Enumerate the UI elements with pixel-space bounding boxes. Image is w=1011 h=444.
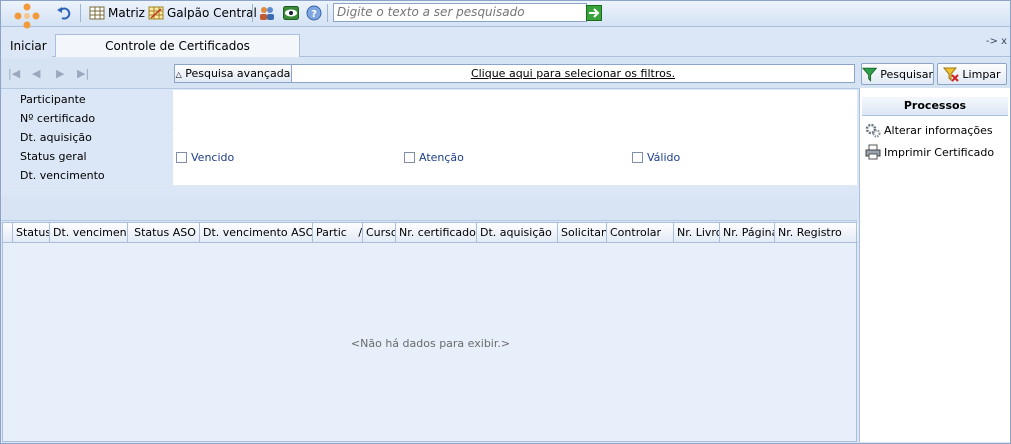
valido-label: Válido (647, 151, 681, 164)
form-row-vencimento: Dt. vencimento (0, 166, 857, 186)
vencimento-field[interactable] (174, 166, 857, 185)
process-imprimir-certificado[interactable]: Imprimir Certificado (865, 144, 994, 160)
matriz-button[interactable]: Matriz (89, 3, 145, 23)
select-filters-text: Clique aqui para selecionar os filtros. (470, 67, 676, 80)
grid-indicator-column (3, 223, 13, 242)
toolbar-divider (80, 4, 81, 22)
galpao-label: Galpão Central (167, 6, 257, 20)
matriz-label: Matriz (108, 6, 145, 20)
advanced-search-button[interactable]: △ Pesquisa avançada (174, 64, 292, 83)
pin-close-label: -> x (985, 36, 1007, 47)
view-button[interactable] (283, 3, 302, 23)
status-atencao-checkbox[interactable]: Atenção (404, 151, 464, 164)
undo-button[interactable] (56, 3, 75, 23)
start-label: Iniciar (10, 39, 47, 53)
status-vencido-checkbox[interactable]: Vencido (176, 151, 234, 164)
clear-filter-icon (943, 67, 960, 82)
users-button[interactable] (259, 3, 278, 23)
arrow-right-icon (586, 5, 602, 21)
status-valido-checkbox[interactable]: Válido (632, 151, 680, 164)
main-toolbar: Matriz Galpão Central ? (0, 0, 1011, 27)
next-record-icon[interactable]: ▶ (56, 67, 64, 80)
search-button[interactable]: Pesquisar (861, 63, 934, 85)
certificates-grid: Status Dt. vencimento Status ASO Dt. ven… (2, 222, 858, 442)
help-button[interactable]: ? (306, 3, 325, 23)
grid-icon (89, 6, 105, 20)
select-filters-box[interactable]: Clique aqui para selecionar os filtros. (291, 64, 855, 83)
process-alterar-informacoes[interactable]: Alterar informações (865, 122, 993, 138)
participante-field[interactable] (174, 90, 857, 109)
process-label: Alterar informações (884, 123, 993, 137)
checkbox-box (632, 152, 643, 163)
vencido-label: Vencido (191, 151, 235, 164)
galpao-button[interactable]: Galpão Central (148, 3, 257, 23)
aquisicao-field[interactable] (174, 128, 857, 147)
undo-icon (57, 7, 71, 20)
form-row-status: Status geral Vencido Atenção Válido (0, 147, 857, 167)
svg-text:?: ? (311, 9, 317, 20)
column-header[interactable]: Status (13, 223, 50, 242)
processes-title: Processos (862, 97, 1008, 116)
partic-label: Partic (316, 226, 347, 239)
eye-icon (283, 6, 299, 20)
vencimento-label: Dt. vencimento (0, 166, 173, 185)
form-row-participante: Participante (0, 90, 857, 110)
previous-record-icon[interactable]: ◀ (32, 67, 40, 80)
processes-panel: Processos Alterar informações Imprimir C… (859, 88, 1010, 442)
atencao-label: Atenção (419, 151, 464, 164)
first-record-icon[interactable]: |◀ (8, 67, 20, 80)
clear-button-label: Limpar (962, 67, 1001, 81)
chevron-up-icon: △ (175, 70, 182, 79)
printer-icon (865, 144, 881, 160)
column-header[interactable]: Controlar (607, 223, 674, 242)
tab-label: Controle de Certificados (105, 39, 250, 53)
tab-controle-certificados[interactable]: Controle de Certificados (55, 34, 300, 57)
participante-label: Participante (0, 90, 173, 109)
form-row-certificado: Nº certificado (0, 109, 857, 129)
clear-button[interactable]: Limpar (937, 63, 1007, 85)
column-header[interactable]: Nr. Registro (775, 223, 857, 242)
column-header[interactable]: Nr. Livro (674, 223, 720, 242)
status-field: Vencido Atenção Válido (174, 147, 857, 166)
users-icon (260, 7, 274, 20)
search-go-button[interactable] (586, 3, 605, 23)
advanced-search-label: Pesquisa avançada (185, 67, 291, 80)
column-header[interactable]: Curso (363, 223, 396, 242)
checkbox-box (176, 152, 187, 163)
last-record-icon[interactable]: ▶| (77, 67, 89, 80)
filter-icon (862, 67, 878, 82)
filter-form: Participante Nº certificado Dt. aquisiçã… (0, 90, 857, 186)
app-logo-icon (14, 3, 40, 29)
start-area[interactable]: Iniciar (0, 3, 52, 56)
grid-header: Status Dt. vencimento Status ASO Dt. ven… (3, 223, 858, 243)
search-button-label: Pesquisar (880, 67, 933, 81)
tab-strip: Controle de Certificados -> x (52, 34, 1011, 57)
help-icon: ? (306, 5, 322, 21)
grid-empty-message: <Não há dados para exibir.> (350, 337, 511, 350)
column-header[interactable]: Dt. vencimento ASO (200, 223, 313, 242)
column-header[interactable]: Dt. vencimento (50, 223, 128, 242)
process-label: Imprimir Certificado (884, 145, 995, 159)
sort-indicator-icon: / (358, 226, 363, 239)
group-by-area (0, 196, 857, 221)
column-header-partic[interactable]: Partic / (313, 223, 363, 242)
pin-close-control[interactable]: -> x (986, 36, 1007, 47)
certificado-field[interactable] (174, 109, 857, 128)
column-header[interactable]: Nr. certificado (396, 223, 477, 242)
checkbox-box (404, 152, 415, 163)
gears-icon (865, 123, 881, 138)
column-header[interactable]: Status ASO (128, 223, 200, 242)
status-label: Status geral (0, 147, 173, 166)
search-input[interactable] (333, 3, 587, 22)
column-header[interactable]: Nr. Página (720, 223, 775, 242)
form-row-aquisicao: Dt. aquisição (0, 128, 857, 148)
certificado-label: Nº certificado (0, 109, 173, 128)
spreadsheet-icon (148, 6, 164, 20)
aquisicao-label: Dt. aquisição (0, 128, 173, 147)
toolbar-divider (327, 4, 328, 22)
column-header[interactable]: Dt. aquisição (477, 223, 558, 242)
toolbar-divider (252, 4, 253, 22)
column-header[interactable]: Solicitante (558, 223, 607, 242)
